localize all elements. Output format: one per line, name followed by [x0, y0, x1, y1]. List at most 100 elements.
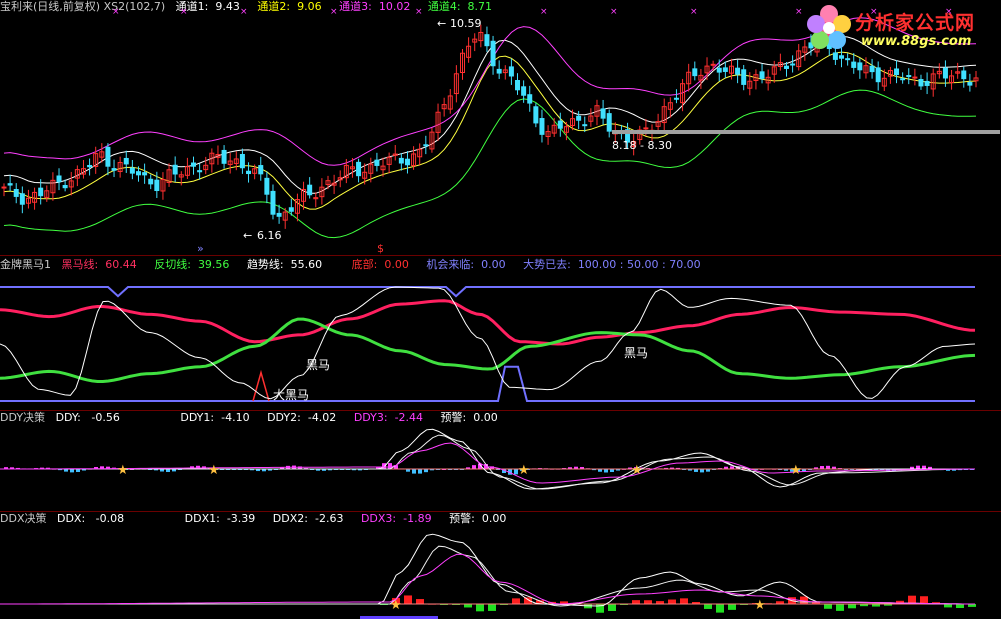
- candle-body: [900, 78, 906, 81]
- ddy-bar: [472, 465, 476, 469]
- ddx-bar: [608, 604, 616, 611]
- candle-body: [307, 184, 313, 196]
- star-icon: ★: [117, 463, 129, 478]
- candle-body: [270, 190, 276, 215]
- candle-body: [961, 70, 967, 80]
- candle-body: [869, 65, 875, 73]
- bottom-spike: [252, 369, 270, 402]
- heima-chart[interactable]: 黑马黑马大黑马: [0, 258, 1001, 410]
- candle-body: [246, 170, 252, 175]
- candle-body: [288, 207, 294, 212]
- ddy-bar: [604, 469, 608, 473]
- candle-body: [912, 76, 918, 79]
- candle-body: [857, 62, 863, 71]
- candle-body: [722, 67, 728, 72]
- candle-body: [276, 212, 282, 217]
- ddx-bar: [512, 598, 520, 604]
- logo-url: www.88gs.com: [861, 34, 972, 49]
- candle-body: [496, 68, 502, 74]
- annot-low: 6.16: [257, 229, 282, 242]
- star-icon: ★: [208, 463, 220, 478]
- candle-body: [845, 58, 851, 61]
- heima-line: [0, 299, 976, 346]
- star-icon: ★: [631, 463, 643, 478]
- candle-body: [62, 184, 68, 189]
- candle-body: [221, 149, 227, 164]
- star-icon: ★: [390, 598, 402, 613]
- ddx-pane: DDX决策 DDX: -0.08 DDX1: -3.39 DDX2: -2.63 D…: [0, 512, 1001, 619]
- candle-body: [1, 186, 7, 189]
- ddx-bar: [632, 600, 640, 604]
- divider-1: [0, 255, 1001, 256]
- candle-body: [197, 170, 203, 173]
- ddx-bar: [920, 596, 928, 604]
- ddy-pane: DDY决策 DDY: -0.56 DDY1: -4.10 DDY2: -4.02 D…: [0, 411, 1001, 511]
- candle-body: [490, 40, 496, 67]
- candle-body: [56, 175, 62, 183]
- candle-body: [258, 165, 264, 175]
- ddx-bar: [716, 604, 724, 613]
- ddx-chart[interactable]: ★ ★: [0, 512, 1001, 619]
- ddx-bar: [956, 604, 964, 609]
- heima-label-2: 黑马: [624, 346, 648, 360]
- candle-body: [894, 68, 900, 76]
- candle-body: [129, 167, 135, 174]
- ddx-bar: [524, 597, 532, 604]
- star-icon: ★: [790, 463, 802, 478]
- candle-body: [606, 113, 612, 132]
- ddy-bar: [700, 469, 704, 473]
- ddx-bar: [944, 604, 952, 608]
- candle-body: [172, 164, 178, 175]
- candle-body: [673, 97, 679, 100]
- ddx-bar: [644, 600, 652, 604]
- candle-body: [404, 158, 410, 166]
- candle-body: [154, 179, 160, 192]
- star-icon: ★: [754, 598, 766, 613]
- candle-body: [906, 75, 912, 78]
- ddx-bar: [836, 604, 844, 611]
- candle-body: [716, 67, 722, 73]
- support-bar: [612, 130, 1000, 134]
- channel-1-line: [3, 35, 977, 194]
- candle-body: [264, 177, 270, 195]
- candle-body: [239, 153, 245, 169]
- ddx-bar: [404, 595, 412, 604]
- candle-body: [191, 162, 197, 167]
- candle-body: [875, 67, 881, 83]
- candle-body: [142, 172, 148, 176]
- site-logo: 分析家公式网 www.88gs.com: [803, 2, 993, 54]
- signal-marker-icon: ×: [610, 7, 618, 17]
- ddx-bar: [728, 604, 736, 610]
- candle-body: [710, 63, 716, 66]
- signal-marker-icon: ×: [330, 7, 338, 17]
- candle-body: [643, 127, 649, 130]
- dollar-marker-icon: $: [377, 242, 384, 255]
- arrow-marker-icon: »: [197, 242, 204, 255]
- candle-body: [148, 178, 154, 185]
- ddx3-line: [0, 553, 975, 605]
- ddy2-line: [0, 434, 975, 490]
- candle-body: [582, 124, 588, 127]
- ddy-bar: [418, 469, 422, 474]
- signal-marker-icon: ×: [540, 7, 548, 17]
- ddx-bar: [848, 604, 856, 609]
- candle-body: [741, 69, 747, 85]
- candle-body: [123, 157, 129, 165]
- ddx-bar: [824, 604, 832, 609]
- annot-high: 10.59: [450, 17, 482, 30]
- candle-body: [356, 161, 362, 177]
- signal-marker-icon: ×: [240, 7, 248, 17]
- signal-marker-icon: ×: [112, 7, 120, 17]
- signal-marker-icon: ×: [180, 7, 188, 17]
- ddy-chart[interactable]: ★ ★ ★ ★ ★: [0, 411, 1001, 511]
- channel-4-line: [3, 89, 977, 239]
- ddx-bar: [704, 604, 712, 609]
- candle-body: [942, 67, 948, 79]
- arrow-left-icon: ←: [243, 229, 252, 242]
- fanqie-line: [0, 317, 976, 383]
- candle-body: [135, 171, 141, 176]
- candle-body: [484, 34, 490, 47]
- ddx-bar: [464, 604, 472, 608]
- candle-body: [87, 164, 93, 168]
- candle-body: [398, 157, 404, 164]
